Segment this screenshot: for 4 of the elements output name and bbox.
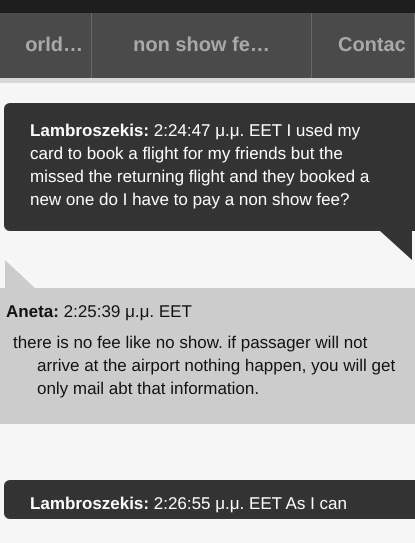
message-text: there is no fee like no show. if passager will not arrive at the airport nothing happen, you will get only mail abt that information.: [12, 332, 396, 400]
message-text: Lambroszekis: 2:26:55 μ.μ. EET As I can: [30, 493, 348, 515]
message-text: Lambroszekis: 2:24:47 μ.μ. EET I used my card to book a flight for my friends but the missed the returning flight and they booked a new one do I have to pay a non show fee?: [30, 120, 370, 211]
message-header: Aneta: 2:25:39 μ.μ. EET: [6, 301, 193, 323]
